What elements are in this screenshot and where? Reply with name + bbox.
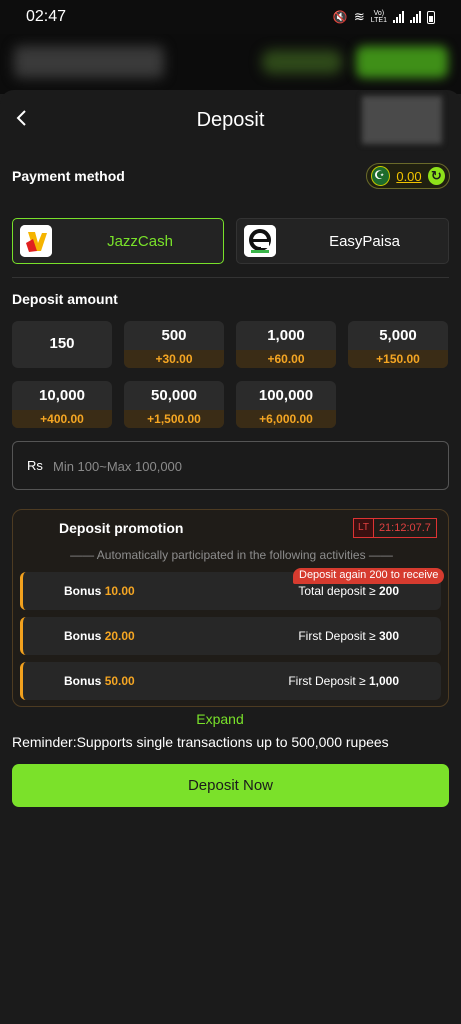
balance-widget[interactable]: 0.00 ↻ <box>366 163 450 189</box>
easypaisa-logo-icon <box>244 225 276 257</box>
status-bar: 02:47 🔇 ≋ Vo) LTE1 <box>0 0 461 34</box>
promotion-row: Bonus 50.00 First Deposit ≥ 1,000 <box>20 662 441 700</box>
expand-link[interactable]: Expand <box>0 711 440 727</box>
bonus-label: Bonus 50.00 <box>64 674 135 688</box>
method-name: JazzCash <box>107 232 173 250</box>
auto-participate-note: —— Automatically participated in the fol… <box>70 548 393 562</box>
deposit-sheet: Deposit Payment method 0.00 ↻ JazzCash <box>0 90 461 1024</box>
promotion-timer: LT 21:12:07.7 <box>353 518 437 538</box>
signal-2-icon <box>410 11 421 23</box>
reminder-text: Reminder:Supports single transactions up… <box>12 734 389 750</box>
promotion-title: Deposit promotion <box>59 520 184 536</box>
amount-bonus: +1,500.00 <box>124 410 224 428</box>
method-easypaisa[interactable]: EasyPaisa <box>236 218 449 264</box>
amount-value: 100,000 <box>258 387 314 404</box>
blurred-logo <box>14 46 164 78</box>
promotion-row: Bonus 20.00 First Deposit ≥ 300 <box>20 617 441 655</box>
signal-icon <box>393 11 404 23</box>
amount-input[interactable] <box>53 455 433 477</box>
blurred-area <box>362 96 442 144</box>
amount-value: 500 <box>161 327 187 344</box>
divider <box>12 277 449 278</box>
pakistan-flag-icon <box>371 166 391 186</box>
bonus-condition: First Deposit ≥ 1,000 <box>288 674 399 688</box>
deposit-now-button[interactable]: Deposit Now <box>12 764 449 807</box>
lte-indicator: Vo) LTE1 <box>370 10 387 24</box>
balance-value[interactable]: 0.00 <box>396 169 421 184</box>
amount-bonus: +6,000.00 <box>236 410 336 428</box>
timer-label: LT <box>354 519 374 537</box>
blurred-balance <box>262 50 342 74</box>
amount-option-500[interactable]: 500 +30.00 <box>124 321 224 368</box>
bonus-condition: Total deposit ≥ 200 <box>298 584 399 598</box>
amount-field[interactable]: Rs <box>12 441 449 490</box>
bonus-condition: First Deposit ≥ 300 <box>298 629 399 643</box>
mute-icon: 🔇 <box>332 10 348 24</box>
amount-bonus: +30.00 <box>124 350 224 368</box>
bonus-label: Bonus 20.00 <box>64 629 135 643</box>
method-name: EasyPaisa <box>329 232 400 250</box>
amount-option-10000[interactable]: 10,000 +400.00 <box>12 381 112 428</box>
amount-value: 150 <box>49 335 75 352</box>
wifi-icon: ≋ <box>353 9 365 25</box>
battery-icon <box>427 10 435 24</box>
amount-option-1000[interactable]: 1,000 +60.00 <box>236 321 336 368</box>
deposit-promotion-panel: Deposit promotion LT 21:12:07.7 —— Autom… <box>12 509 449 707</box>
amount-bonus: +60.00 <box>236 350 336 368</box>
nav-bar: Deposit <box>0 90 461 148</box>
amount-bonus: +150.00 <box>348 350 448 368</box>
method-jazzcash[interactable]: JazzCash <box>12 218 224 264</box>
amount-value: 1,000 <box>267 327 305 344</box>
jazzcash-logo-icon <box>20 225 52 257</box>
blurred-button <box>356 46 448 78</box>
payment-method-label: Payment method <box>12 168 125 184</box>
currency-label: Rs <box>27 458 43 473</box>
amount-value: 10,000 <box>39 387 85 404</box>
deposit-again-badge: Deposit again 200 to receive <box>293 568 445 584</box>
amount-option-150[interactable]: 150 <box>12 321 112 368</box>
amount-option-100000[interactable]: 100,000 +6,000.00 <box>236 381 336 428</box>
amount-option-5000[interactable]: 5,000 +150.00 <box>348 321 448 368</box>
amount-value: 50,000 <box>151 387 197 404</box>
amount-bonus: +400.00 <box>12 410 112 428</box>
amount-option-50000[interactable]: 50,000 +1,500.00 <box>124 381 224 428</box>
status-time: 02:47 <box>26 8 67 25</box>
deposit-amount-label: Deposit amount <box>12 291 118 307</box>
background-app-header <box>0 34 461 94</box>
status-icons: 🔇 ≋ Vo) LTE1 <box>333 10 435 25</box>
refresh-icon[interactable]: ↻ <box>427 167 445 185</box>
amount-value: 5,000 <box>379 327 417 344</box>
bonus-label: Bonus 10.00 <box>64 584 135 598</box>
timer-value: 21:12:07.7 <box>378 522 431 534</box>
